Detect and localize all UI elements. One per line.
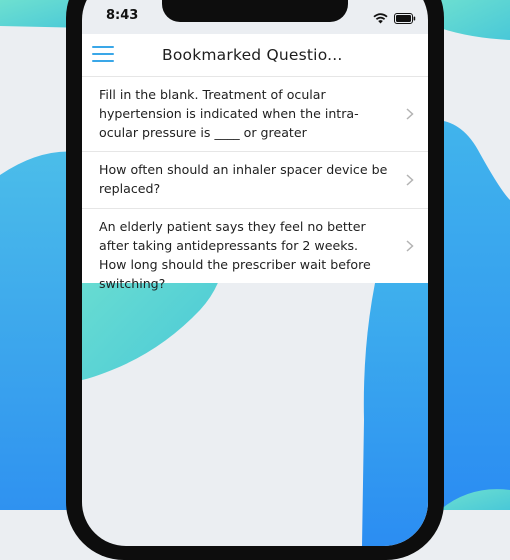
question-row[interactable]: An elderly patient says they feel no bet… <box>82 209 428 291</box>
page-title: Bookmarked Questio... <box>162 46 343 64</box>
chevron-right-icon <box>406 108 414 120</box>
bookmarked-questions-list: Fill in the blank. Treatment of ocular h… <box>82 77 428 291</box>
question-text: An elderly patient says they feel no bet… <box>99 219 371 291</box>
chevron-right-icon <box>406 240 414 252</box>
phone-screen: 8:43 Bookmarked Questio... Fill in the b… <box>82 0 428 546</box>
wifi-icon <box>373 9 388 28</box>
app-screen: 8:43 Bookmarked Questio... Fill in the b… <box>82 0 428 546</box>
app-header: Bookmarked Questio... <box>82 34 428 77</box>
chevron-right-icon <box>406 174 414 186</box>
question-row[interactable]: Fill in the blank. Treatment of ocular h… <box>82 77 428 152</box>
question-row[interactable]: How often should an inhaler spacer devic… <box>82 152 428 209</box>
battery-icon <box>394 9 416 28</box>
question-text: Fill in the blank. Treatment of ocular h… <box>99 87 359 140</box>
status-time: 8:43 <box>106 8 139 23</box>
hamburger-menu-icon[interactable] <box>92 46 114 62</box>
status-icons <box>373 9 416 28</box>
notch <box>162 0 348 22</box>
question-text: How often should an inhaler spacer devic… <box>99 162 388 196</box>
